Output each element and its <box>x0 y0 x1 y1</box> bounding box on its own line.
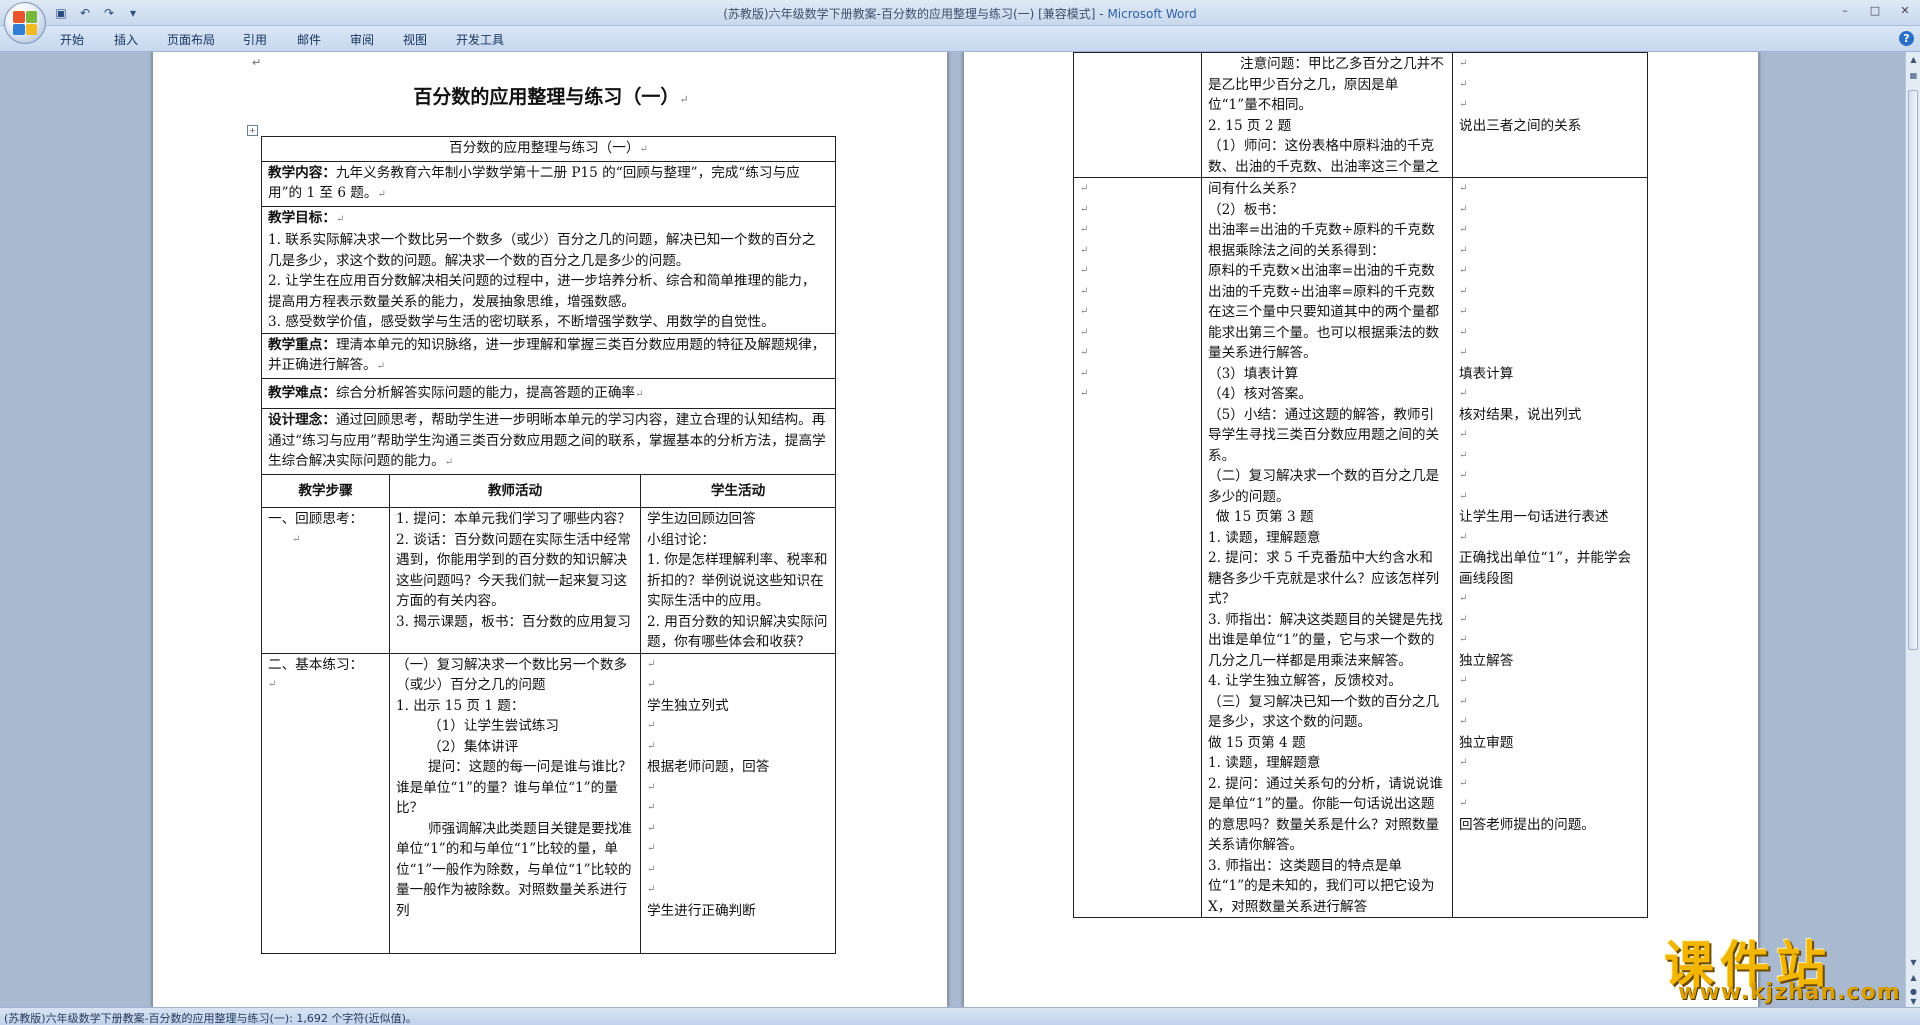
goal-item: 3. 感受数学价值，感受数学与生活的密切联系，不断增强学数学、用数学的自觉性。 <box>268 314 775 330</box>
maximize-icon[interactable]: □ <box>1860 0 1890 20</box>
office-logo-icon <box>13 11 37 35</box>
lesson-plan-table-continued: 注意问题：甲比乙多百分之几并不是乙比甲少百分之几，原因是单位“1”量不相同。 2… <box>1073 52 1648 918</box>
student-activity-cell: ↵ ↵ 学生独立列式 ↵ ↵ 根据老师问题，回答 ↵ ↵ ↵ ↵ ↵ ↵ 学生进… <box>639 652 837 954</box>
step-cell: 二、基本练习： ↵ <box>261 652 390 954</box>
tab-view[interactable]: 视图 <box>403 31 427 48</box>
app-name: Microsoft Word <box>1107 7 1197 21</box>
step-cell: 一、回顾思考： ↵ <box>261 507 390 654</box>
document-workspace: ↵ 百分数的应用整理与练习（一）↵ + 百分数的应用整理与练习（一）↵ 教学内容… <box>0 52 1905 1007</box>
column-header-teacher: 教师活动 <box>389 473 641 508</box>
tab-mailings[interactable]: 邮件 <box>297 31 321 48</box>
student-activity-cell: 学生边回顾边回答 小组讨论： 1. 你是怎样理解利率、税率和折扣的？举例说说这些… <box>639 507 837 654</box>
student-activity-cell: ↵ ↵ ↵ ↵ ↵ ↵ ↵ ↵ ↵ 填表计算 ↵ 核对结果，说出列式 ↵ ↵ ↵ ↵ 让学生用一句… <box>1452 177 1648 918</box>
window-controls: – □ ✕ <box>1830 0 1920 20</box>
text-cursor: ↵ <box>252 56 262 69</box>
tab-insert[interactable]: 插入 <box>114 31 138 48</box>
tab-page-layout[interactable]: 页面布局 <box>167 31 215 48</box>
tab-developer[interactable]: 开发工具 <box>456 31 504 48</box>
scroll-down-icon[interactable]: ▼ <box>1908 957 1919 968</box>
table-title-cell: 百分数的应用整理与练习（一）↵ <box>260 136 837 162</box>
step-cell: ↵ ↵ ↵ ↵ ↵ ↵ ↵ ↵ ↵ ↵ ↵ <box>1073 177 1202 918</box>
office-button[interactable] <box>4 2 46 44</box>
tab-references[interactable]: 引用 <box>243 31 267 48</box>
watermark-url: www.kjzhan.com <box>1678 980 1901 1005</box>
teacher-activity-cell: （一）复习解决求一个数比另一个数多（或少）百分之几的问题 1. 出示 15 页 … <box>389 652 641 954</box>
ruler-toggle-icon[interactable]: ▦ <box>1908 70 1919 81</box>
close-icon[interactable]: ✕ <box>1890 0 1920 20</box>
status-text: (苏教版)六年级数学下册教案-百分数的应用整理与练习(一): 1,692 个字符… <box>4 1012 417 1025</box>
content-cell: 教学内容：九年义务教育六年制小学数学第十二册 P15 的“回顾与整理”，完成“练… <box>260 160 837 207</box>
table-row: 二、基本练习： ↵ （一）复习解决求一个数比另一个数多（或少）百分之几的问题 1.… <box>261 652 837 954</box>
table-row: 教学难点：综合分析解答实际问题的能力，提高答题的正确率↵ <box>260 377 837 409</box>
scrollbar-thumb[interactable] <box>1908 90 1918 650</box>
document-title: 百分数的应用整理与练习（一）↵ <box>413 86 689 108</box>
design-cell: 设计理念：通过回顾思考，帮助学生进一步明晰本单元的学习内容，建立合理的认知结构。… <box>260 408 837 475</box>
student-activity-cell: ↵ ↵ ↵ 说出三者之间的关系 <box>1452 52 1648 178</box>
document-page-1: ↵ 百分数的应用整理与练习（一）↵ + 百分数的应用整理与练习（一）↵ 教学内容… <box>152 52 948 1007</box>
goals-cell: 教学目标：↵ 1. 联系实际解决求一个数比另一个数多（或少）百分之几的问题，解决… <box>260 205 837 334</box>
table-row: 百分数的应用整理与练习（一）↵ <box>260 136 837 162</box>
table-row: 教学目标：↵ 1. 联系实际解决求一个数比另一个数多（或少）百分之几的问题，解决… <box>260 205 837 334</box>
tab-review[interactable]: 审阅 <box>350 31 374 48</box>
teacher-activity-cell: 1. 提问：本单元我们学习了哪些内容？ 2. 谈话：百分数问题在实际生活中经常遇… <box>389 507 641 654</box>
step-cell <box>1073 52 1202 178</box>
column-header-steps: 教学步骤 <box>261 473 390 508</box>
difficulty-cell: 教学难点：综合分析解答实际问题的能力，提高答题的正确率↵ <box>260 377 837 409</box>
next-page-icon[interactable]: ▼ <box>1908 996 1919 1007</box>
table-row: 注意问题：甲比乙多百分之几并不是乙比甲少百分之几，原因是单位“1”量不相同。 2… <box>1073 52 1648 178</box>
goal-item: 2. 让学生在应用百分数解决相关问题的过程中，进一步培养分析、综合和简单推理的能… <box>268 273 816 310</box>
column-header-student: 学生活动 <box>639 473 837 508</box>
watermark-logo: 课件站 www.kjzhan.com <box>1664 925 1904 1005</box>
document-name: (苏教版)六年级数学下册教案-百分数的应用整理与练习(一) [兼容模式] - <box>723 7 1108 21</box>
key-point-cell: 教学重点：理清本单元的知识脉络，进一步理解和掌握三类百分数应用题的特征及解题规律… <box>260 332 837 379</box>
teacher-activity-cell: 间有什么关系？ （2）板书： 出油率=出油的千克数÷原料的千克数 根据乘除法之间… <box>1201 177 1453 918</box>
window-title: (苏教版)六年级数学下册教案-百分数的应用整理与练习(一) [兼容模式] - M… <box>0 5 1920 22</box>
table-move-handle-icon[interactable]: + <box>247 125 258 136</box>
previous-page-icon[interactable]: ▲ <box>1908 972 1919 983</box>
goal-item: 1. 联系实际解决求一个数比另一个数多（或少）百分之几的问题，解决已知一个数的百… <box>268 232 816 269</box>
table-row: 设计理念：通过回顾思考，帮助学生进一步明晰本单元的学习内容，建立合理的认知结构。… <box>260 408 837 475</box>
scroll-up-icon[interactable]: ▲ <box>1908 54 1919 65</box>
title-bar: ▣ ↶ ↷ ▾ (苏教版)六年级数学下册教案-百分数的应用整理与练习(一) [兼… <box>0 0 1920 26</box>
help-icon[interactable]: ? <box>1899 31 1914 46</box>
teacher-activity-cell: 注意问题：甲比乙多百分之几并不是乙比甲少百分之几，原因是单位“1”量不相同。 2… <box>1201 52 1453 178</box>
table-row: 教学步骤 教师活动 学生活动 <box>261 473 837 508</box>
table-row: 教学内容：九年义务教育六年制小学数学第十二册 P15 的“回顾与整理”，完成“练… <box>260 160 837 207</box>
table-row: 教学重点：理清本单元的知识脉络，进一步理解和掌握三类百分数应用题的特征及解题规律… <box>260 332 837 379</box>
document-page-2: 注意问题：甲比乙多百分之几并不是乙比甲少百分之几，原因是单位“1”量不相同。 2… <box>963 52 1759 1007</box>
table-row: ↵ ↵ ↵ ↵ ↵ ↵ ↵ ↵ ↵ ↵ ↵ 间有什么关系？ （2）板书： 出油率=出油的千克数÷… <box>1073 177 1648 918</box>
ribbon-tab-bar: 开始 插入 页面布局 引用 邮件 审阅 视图 开发工具 ? <box>0 26 1920 52</box>
lesson-plan-table: 百分数的应用整理与练习（一）↵ 教学内容：九年义务教育六年制小学数学第十二册 P… <box>260 136 837 954</box>
tab-home[interactable]: 开始 <box>60 31 84 48</box>
vertical-scrollbar[interactable]: ▲ ▦ ▼ ▲ ● ▼ <box>1905 52 1920 1007</box>
status-bar: (苏教版)六年级数学下册教案-百分数的应用整理与练习(一): 1,692 个字符… <box>0 1007 1920 1025</box>
table-row: 一、回顾思考： ↵ 1. 提问：本单元我们学习了哪些内容？ 2. 谈话：百分数问题… <box>261 507 837 654</box>
minimize-icon[interactable]: – <box>1830 0 1860 20</box>
